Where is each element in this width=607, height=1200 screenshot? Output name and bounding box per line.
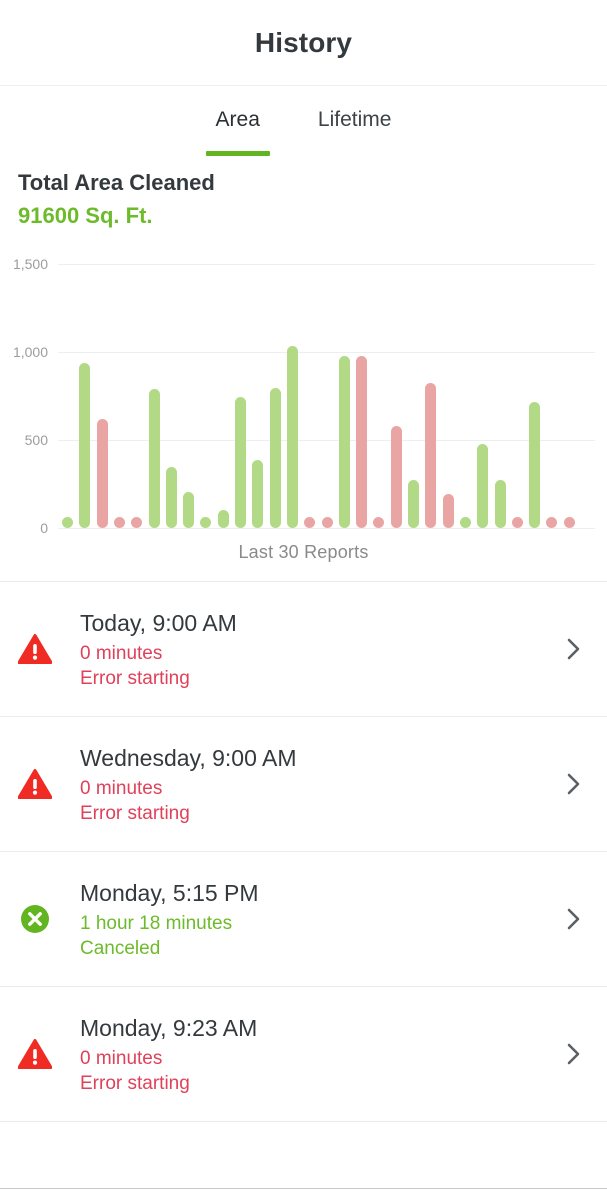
chart-y-tick-label: 1,500 (12, 256, 48, 272)
report-title: Monday, 5:15 PM (80, 880, 259, 906)
report-row[interactable]: Today, 9:00 AM 0 minutes Error starting (0, 582, 607, 717)
cancel-circle-icon (21, 905, 49, 933)
chart-bar (269, 388, 281, 528)
chart-y-tick-label: 500 (24, 432, 48, 448)
report-open-chevron[interactable] (559, 634, 589, 664)
chart-bar (131, 517, 143, 528)
chart-bar (494, 480, 506, 528)
warning-triangle-icon (18, 769, 52, 799)
warning-triangle-icon (12, 768, 58, 800)
bottom-divider (0, 1188, 607, 1189)
cancel-circle-icon (12, 904, 58, 934)
chart-bar (183, 491, 195, 528)
chart-bar (529, 402, 541, 528)
page-title: History (254, 26, 353, 58)
report-status-detail: Error starting (80, 1073, 190, 1094)
tab-bar: Area Lifetime (0, 86, 607, 156)
chart-bar (96, 418, 108, 528)
chart-bar (113, 517, 125, 528)
chart-y-axis: 0 500 1,000 1,500 (0, 246, 48, 536)
tab-lifetime[interactable]: Lifetime (308, 106, 402, 132)
chart-bar (408, 479, 419, 528)
chart-bar (62, 517, 73, 528)
app-header: History (0, 0, 607, 86)
report-status-detail: Error starting (80, 668, 190, 689)
chart-bar (546, 517, 558, 528)
report-title: Today, 9:00 AM (80, 610, 237, 636)
chart-bar (321, 517, 333, 528)
report-row[interactable]: Monday, 5:15 PM 1 hour 18 minutes Canceled (0, 852, 607, 987)
report-duration: 0 minutes (80, 643, 163, 664)
warning-triangle-icon (12, 1038, 58, 1070)
summary-block: Total Area Cleaned 91600 Sq. Ft. (0, 156, 607, 232)
chart-plot-area (58, 246, 595, 536)
chevron-right-icon (567, 1043, 580, 1065)
chart-y-tick-label: 1,000 (12, 344, 48, 360)
chart-bar (338, 356, 350, 528)
chart-bars (58, 246, 595, 536)
chart-bar (148, 388, 160, 528)
chart-bar (286, 345, 298, 528)
chart-bar (442, 493, 454, 528)
report-row[interactable]: Monday, 9:23 AM 0 minutes Error starting (0, 987, 607, 1122)
chart-bar (217, 509, 229, 528)
warning-triangle-icon (18, 1039, 52, 1069)
chart-bar (165, 467, 177, 528)
report-duration: 0 minutes (80, 778, 163, 799)
warning-triangle-icon (18, 634, 52, 664)
total-area-cleaned-label: Total Area Cleaned (18, 170, 215, 195)
chart-bar (356, 355, 368, 528)
chart-bar (79, 363, 91, 528)
report-list: Today, 9:00 AM 0 minutes Error starting Wed… (0, 581, 607, 1122)
chart-bar (252, 460, 264, 528)
report-body: Monday, 5:15 PM 1 hour 18 minutes Canceled (58, 877, 559, 961)
chart-bar (511, 517, 523, 528)
chart-y-tick-label: 0 (40, 520, 48, 536)
report-open-chevron[interactable] (559, 1039, 589, 1069)
tab-area[interactable]: Area (205, 106, 271, 156)
warning-triangle-icon (12, 633, 58, 665)
report-duration: 0 minutes (80, 1048, 163, 1069)
chart-bar (200, 517, 212, 528)
report-status-detail: Error starting (80, 803, 190, 824)
report-body: Monday, 9:23 AM 0 minutes Error starting (58, 1012, 559, 1096)
report-duration: 1 hour 18 minutes (80, 913, 233, 934)
chart-bar (390, 425, 402, 528)
report-body: Wednesday, 9:00 AM 0 minutes Error startin… (58, 742, 559, 826)
report-open-chevron[interactable] (559, 904, 589, 934)
chevron-right-icon (567, 638, 580, 660)
chart-bar (459, 517, 471, 528)
chart-bar (425, 382, 437, 528)
report-status-detail: Canceled (80, 938, 161, 959)
total-area-cleaned-value: 91600 Sq. Ft. (18, 203, 153, 228)
area-history-chart: 0 500 1,000 1,500 (0, 246, 607, 536)
chart-bar (304, 517, 316, 528)
report-title: Wednesday, 9:00 AM (80, 745, 297, 771)
chevron-right-icon (567, 773, 580, 795)
chart-bar (563, 517, 575, 528)
chevron-right-icon (567, 908, 580, 930)
report-title: Monday, 9:23 AM (80, 1015, 258, 1041)
chart-bar (235, 396, 246, 528)
chart-bar (373, 517, 385, 528)
report-row[interactable]: Wednesday, 9:00 AM 0 minutes Error startin… (0, 717, 607, 852)
chart-bar (477, 443, 489, 528)
report-open-chevron[interactable] (559, 769, 589, 799)
chart-caption: Last 30 Reports (238, 542, 369, 562)
report-body: Today, 9:00 AM 0 minutes Error starting (58, 607, 559, 691)
